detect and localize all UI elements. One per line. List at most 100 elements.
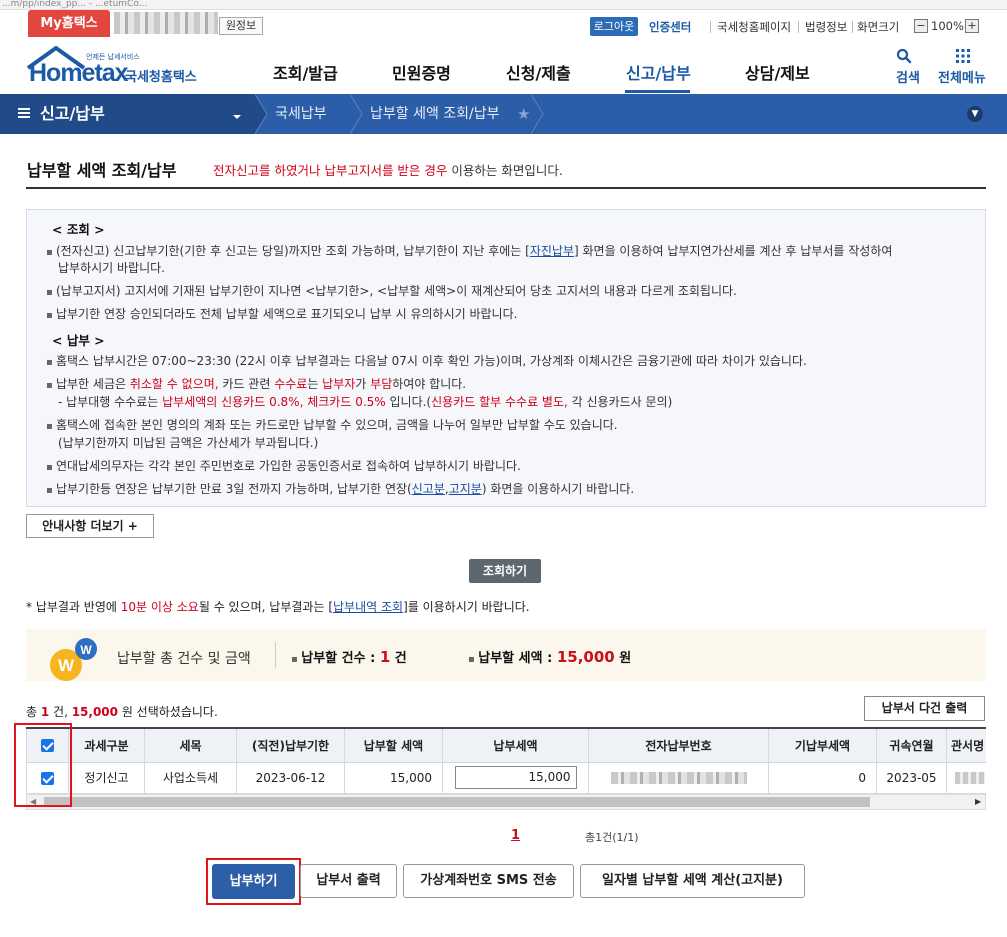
epay-number-blurred: [610, 772, 747, 784]
extension-filing-link[interactable]: 신고분: [412, 482, 445, 496]
util-separator: [798, 21, 799, 33]
cert-center-link[interactable]: 인증센터: [649, 19, 691, 35]
col-header: (직전)납부기한: [236, 729, 345, 763]
nts-homepage-link[interactable]: 국세청홈페이지: [717, 19, 791, 35]
col-header: 귀속연월: [876, 729, 947, 763]
zoom-label: 화면크기: [857, 20, 900, 34]
zoom-value: 100%: [931, 19, 964, 33]
notice-item: ▪ (전자신고) 신고납부기한(기한 후 신고는 당일)까지만 조회 가능하며,…: [46, 244, 893, 258]
search-label[interactable]: 검색: [896, 67, 920, 86]
pager-total: 총1건(1/1): [585, 831, 639, 844]
col-header: 관서명: [946, 729, 986, 763]
cell-tax: 사업소득세: [144, 761, 237, 794]
star-icon[interactable]: ★: [517, 105, 530, 123]
breadcrumb-level2[interactable]: 납부할 세액 조회/납부: [370, 94, 500, 134]
pay-button[interactable]: 납부하기: [212, 864, 295, 899]
hamburger-icon: [18, 107, 30, 122]
multi-print-button[interactable]: 납부서 다건 출력: [864, 696, 985, 721]
all-menu-icon[interactable]: [955, 48, 971, 67]
my-info-button[interactable]: 원정보: [219, 17, 263, 35]
col-header: 기납부세액: [768, 729, 877, 763]
col-header: 납부할 세액: [344, 729, 443, 763]
col-header: 세목: [144, 729, 237, 763]
notice-item: ▪ 홈택스 납부시간은 07:00~23:30 (22시 이후 납부결과는 다음…: [46, 354, 807, 368]
cell-prepaid: 0: [768, 761, 877, 794]
notice-heading-inquiry: < 조회 >: [52, 222, 105, 237]
cell-office: [946, 761, 986, 794]
office-blurred: [955, 772, 985, 784]
cell-to-pay: 15,000: [344, 761, 443, 794]
logo-subtitle: 국세청홈택스: [125, 70, 197, 85]
expand-circle-icon[interactable]: ▼: [967, 106, 983, 122]
my-hometax-tab[interactable]: My홈택스: [28, 10, 110, 37]
cell-period: 2023-05: [876, 761, 947, 794]
table-row: 정기신고 사업소득세 2023-06-12 15,000 15,000 0 20…: [26, 761, 986, 794]
util-separator: [852, 21, 853, 33]
summary-count: ▪ 납부할 건수 : 1 건: [291, 648, 407, 666]
selection-summary: 총 1 건, 15,000 원 선택하셨습니다.: [26, 705, 218, 719]
svg-text:W: W: [80, 643, 92, 657]
zoom-in-button[interactable]: +: [965, 19, 979, 33]
summary-separator: [275, 642, 276, 668]
daily-amount-calc-button[interactable]: 일자별 납부할 세액 계산(고지분): [580, 864, 805, 898]
search-icon[interactable]: [896, 48, 912, 67]
law-info-link[interactable]: 법령정보: [805, 19, 847, 35]
summary-amount: ▪ 납부할 세액 : 15,000 원: [468, 648, 632, 666]
gnb-inquiry[interactable]: 조회/발급: [273, 60, 338, 84]
gnb-apply[interactable]: 신청/제출: [506, 60, 571, 84]
hometax-logo[interactable]: 언제든 납세서비스 Hometax 국세청홈택스: [26, 44, 216, 92]
breadcrumb-chevron-icon: [530, 93, 545, 135]
svg-text:W: W: [58, 656, 75, 675]
notice-item: ▪ 홈택스에 접속한 본인 명의의 계좌 또는 카드로만 납부할 수 있으며, …: [46, 418, 618, 432]
notice-item: ▪ 연대납세의무자는 각각 본인 주민번호로 가입한 공동인증서로 접속하여 납…: [46, 459, 521, 473]
breadcrumb-menu[interactable]: 신고/납부: [0, 94, 255, 134]
breadcrumb-level1[interactable]: 국세납부: [275, 94, 327, 134]
user-name-blurred: [114, 12, 218, 34]
search-button[interactable]: 조회하기: [469, 559, 541, 583]
notice-item: ▪ 납부기한등 연장은 납부기한 만료 3일 전까지 가능하며, 납부기한 연장…: [46, 482, 635, 496]
table-header-row: 과세구분 세목 (직전)납부기한 납부할 세액 납부세액 전자납부번호 기납부세…: [26, 729, 986, 763]
col-header: 납부세액: [442, 729, 589, 763]
logo-wordmark: Hometax: [29, 59, 129, 87]
extension-notice-link[interactable]: 고지분: [449, 482, 482, 496]
logout-button[interactable]: 로그아웃: [590, 17, 638, 36]
scroll-right-icon[interactable]: ▶: [975, 797, 981, 806]
util-separator: [710, 21, 711, 33]
cell-kind: 정기신고: [68, 761, 145, 794]
notice-item: ▪ 납부한 세금은 취소할 수 없으며, 카드 관련 수수료는 납부자가 부담하…: [46, 377, 467, 391]
payment-result-note: * 납부결과 반영에 10분 이상 소요될 수 있으며, 납부결과는 [납부내역…: [26, 600, 530, 614]
scrollbar-thumb[interactable]: [44, 797, 870, 807]
title-divider: [26, 187, 986, 189]
breadcrumb-chevron-icon: [349, 93, 364, 135]
print-bill-button[interactable]: 납부서 출력: [300, 864, 397, 898]
cell-epay-number: [588, 761, 769, 794]
notice-heading-payment: < 납부 >: [52, 333, 105, 348]
zoom-out-button[interactable]: −: [914, 19, 928, 33]
breadcrumb-chevron-icon: [254, 93, 269, 135]
notice-item-cont: (납부기한까지 미납된 금액은 가산세가 부과됩니다.): [58, 436, 319, 450]
payment-history-link[interactable]: 납부내역 조회: [333, 600, 403, 614]
cell-due: 2023-06-12: [236, 761, 345, 794]
summary-label: 납부할 총 건수 및 금액: [117, 651, 251, 667]
gnb-active-indicator: [625, 90, 690, 93]
notice-item: ▪ (납부고지서) 고지서에 기재된 납부기한이 지나면 <납부기한>, <납부…: [46, 284, 737, 298]
tax-table: 과세구분 세목 (직전)납부기한 납부할 세액 납부세액 전자납부번호 기납부세…: [26, 727, 986, 794]
caret-down-icon: [232, 110, 242, 124]
notice-item-cont: 납부하시기 바랍니다.: [58, 261, 165, 275]
notice-item: ▪ 납부기한 연장 승인되더라도 전체 납부할 세액으로 표기되오니 납부 시 …: [46, 307, 518, 321]
more-notice-button[interactable]: 안내사항 더보기 +: [26, 514, 154, 538]
page-number-link[interactable]: 1: [511, 828, 520, 843]
self-payment-link[interactable]: 자진납부: [530, 244, 574, 258]
checkbox-highlight: [14, 723, 72, 807]
won-coin-icon: W W: [46, 635, 102, 684]
col-header: 전자납부번호: [588, 729, 769, 763]
gnb-consult[interactable]: 상담/제보: [745, 60, 810, 84]
gnb-filing-payment[interactable]: 신고/납부: [626, 60, 691, 84]
cell-pay-amount: 15,000: [442, 761, 589, 794]
pay-amount-input[interactable]: 15,000: [454, 766, 577, 789]
all-menu-label[interactable]: 전체메뉴: [938, 67, 986, 86]
notice-item-cont: - 납부대행 수수료는 납부세액의 신용카드 0.8%, 체크카드 0.5% 입…: [58, 395, 673, 409]
page-title: 납부할 세액 조회/납부: [27, 161, 177, 180]
sms-virtual-account-button[interactable]: 가상계좌번호 SMS 전송: [403, 864, 574, 898]
gnb-certificate[interactable]: 민원증명: [392, 60, 451, 84]
